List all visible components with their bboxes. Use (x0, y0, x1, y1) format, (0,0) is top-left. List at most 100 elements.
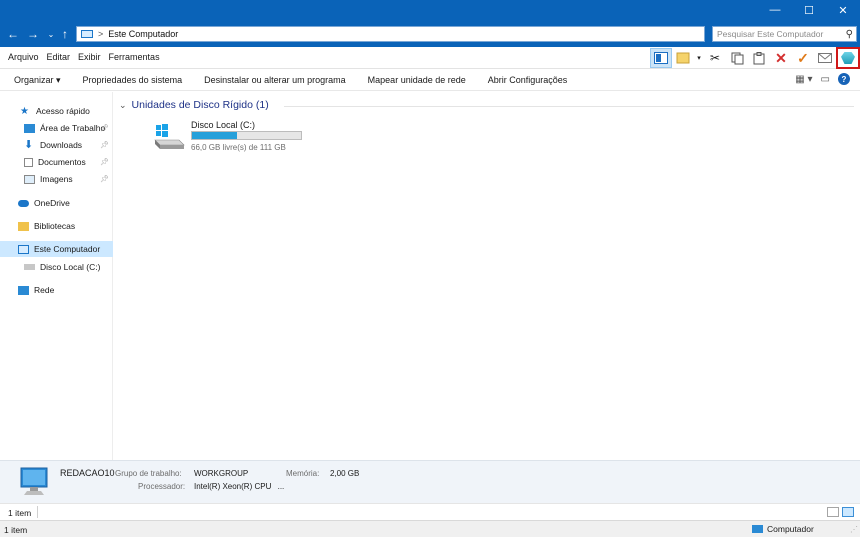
processor-ellipsis: ... (277, 482, 285, 491)
sidebar-item-label: Área de Trabalho (40, 123, 106, 133)
sidebar-item-local-disk[interactable]: Disco Local (C:) (0, 259, 113, 275)
status-bar: 1 item (0, 503, 860, 520)
resize-grip-icon[interactable]: ⋰ (850, 525, 858, 534)
sidebar-item-network[interactable]: Rede (0, 282, 113, 298)
sidebar-item-libraries[interactable]: Bibliotecas (0, 218, 113, 234)
computer-name: REDACAO10 (60, 468, 115, 478)
desktop-icon (24, 123, 35, 133)
group-divider (284, 106, 854, 107)
change-view-icon[interactable]: ▦ ▾ (795, 74, 812, 85)
pin-icon[interactable]: 📌︎ (100, 141, 109, 149)
image-icon (24, 174, 35, 184)
group-title: Unidades de Disco Rígido (1) (131, 99, 269, 111)
pin-icon[interactable]: 📌︎ (100, 124, 109, 132)
recent-locations-chevron-icon[interactable]: ⌄ (44, 26, 58, 42)
title-bar: — ☐ ✕ ← → ⌄ ↑ > Este Computador Pesquisa… (0, 0, 860, 47)
drive-icon (24, 264, 35, 270)
forward-arrow-icon[interactable]: → (26, 26, 40, 42)
tiles-view-icon[interactable] (842, 507, 854, 517)
window-status-bar: 1 item Computador ⋰ (0, 520, 860, 537)
download-icon: ⬇ (24, 138, 34, 151)
navigation-row: ← → ⌄ ↑ > Este Computador Pesquisar Este… (0, 24, 860, 44)
details-pane: REDACAO10 Grupo de trabalho: WORKGROUP M… (0, 460, 860, 503)
sidebar-item-quick-access[interactable]: ★ Acesso rápido (0, 103, 113, 119)
open-settings-button[interactable]: Abrir Configurações (488, 75, 568, 86)
menu: Arquivo Editar Exibir Ferramentas (8, 52, 160, 62)
minimize-button[interactable]: — (758, 0, 792, 20)
network-icon (18, 285, 29, 295)
preview-pane-toggle-icon[interactable]: ▭ (821, 74, 830, 85)
dropdown-chevron-icon[interactable]: ▾ (694, 48, 704, 68)
toolbar: ▾ ✂ ✕ ✓ (650, 47, 860, 69)
help-icon[interactable]: ? (838, 73, 850, 85)
navigation-pane: ★ Acesso rápido Área de Trabalho 📌︎ ⬇ Do… (0, 92, 113, 460)
library-icon (18, 221, 29, 231)
star-icon: ★ (20, 105, 29, 117)
sidebar-item-label: Este Computador (34, 244, 101, 254)
sidebar-item-label: Rede (34, 285, 55, 295)
document-icon (24, 157, 33, 167)
gem-icon[interactable] (836, 47, 860, 69)
memory-label: Memória: (286, 469, 320, 478)
menu-item-editar[interactable]: Editar (47, 52, 71, 62)
sidebar-item-images[interactable]: Imagens 📌︎ (0, 171, 113, 187)
menu-item-ferramentas[interactable]: Ferramentas (109, 52, 160, 62)
maximize-button[interactable]: ☐ (792, 0, 826, 20)
details-view-icon[interactable] (827, 507, 839, 517)
cloud-icon (18, 199, 29, 207)
pin-icon[interactable]: 📌︎ (100, 158, 109, 166)
mail-icon[interactable] (814, 48, 836, 68)
system-properties-button[interactable]: Propriedades do sistema (83, 75, 183, 86)
organize-button[interactable]: Organizar ▾ (14, 75, 61, 86)
close-button[interactable]: ✕ (826, 0, 860, 20)
workgroup-label: Grupo de trabalho: (115, 469, 182, 478)
uninstall-program-button[interactable]: Desinstalar ou alterar um programa (204, 75, 346, 86)
sidebar-item-label: Downloads (40, 140, 83, 150)
delete-icon[interactable]: ✕ (770, 48, 792, 68)
drive-icon (154, 124, 185, 149)
sidebar-item-downloads[interactable]: ⬇ Downloads 📌︎ (0, 137, 113, 153)
up-arrow-icon[interactable]: ↑ (58, 26, 72, 42)
menu-item-exibir[interactable]: Exibir (78, 52, 101, 62)
computer-icon (752, 525, 763, 533)
search-placeholder: Pesquisar Este Computador (717, 29, 824, 39)
computer-icon (18, 244, 29, 254)
processor-value: Intel(R) Xeon(R) CPU (194, 482, 272, 491)
sidebar-item-documents[interactable]: Documentos 📌︎ (0, 154, 113, 170)
pin-icon[interactable]: 📌︎ (100, 175, 109, 183)
chevron-down-icon[interactable]: ⌄ (119, 100, 127, 111)
address-bar[interactable]: > Este Computador (76, 26, 705, 42)
paste-icon[interactable] (748, 48, 770, 68)
sidebar-item-label: OneDrive (34, 198, 70, 208)
copy-icon[interactable] (726, 48, 748, 68)
drive-name: Disco Local (C:) (191, 120, 256, 130)
back-arrow-icon[interactable]: ← (6, 26, 20, 42)
breadcrumb-separator: > (98, 29, 104, 39)
sidebar-item-desktop[interactable]: Área de Trabalho 📌︎ (0, 120, 113, 136)
confirm-icon[interactable]: ✓ (792, 48, 814, 68)
folder-options-icon[interactable] (672, 48, 694, 68)
menu-item-arquivo[interactable]: Arquivo (8, 52, 39, 62)
sidebar-item-this-pc[interactable]: Este Computador (0, 241, 113, 257)
content-area: ⌄ Unidades de Disco Rígido (1) Disco Loc… (114, 92, 860, 460)
search-icon[interactable]: ⚲ (846, 29, 853, 40)
window-controls: — ☐ ✕ (758, 0, 860, 20)
workgroup-value: WORKGROUP (194, 469, 249, 478)
computer-icon (81, 30, 93, 38)
command-bar: Organizar ▾ Propriedades do sistema Desi… (0, 69, 860, 91)
group-header[interactable]: ⌄ Unidades de Disco Rígido (1) (119, 99, 269, 111)
search-input[interactable]: Pesquisar Este Computador ⚲ (712, 26, 857, 42)
item-count: 1 item (8, 508, 32, 518)
sidebar-item-onedrive[interactable]: OneDrive (0, 195, 113, 211)
drive-usage-fill (192, 132, 237, 139)
drive-item-local-disk[interactable]: Disco Local (C:) 66,0 GB livre(s) de 111… (154, 118, 314, 154)
cut-icon[interactable]: ✂ (704, 48, 726, 68)
location-label: Computador (767, 524, 814, 534)
preview-pane-icon[interactable] (650, 48, 672, 68)
sidebar-item-label: Bibliotecas (34, 221, 76, 231)
map-network-drive-button[interactable]: Mapear unidade de rede (368, 75, 466, 86)
breadcrumb-current[interactable]: Este Computador (108, 29, 178, 39)
computer-icon (20, 467, 48, 495)
memory-value: 2,00 GB (330, 469, 360, 478)
sidebar-item-label: Documentos (38, 157, 86, 167)
